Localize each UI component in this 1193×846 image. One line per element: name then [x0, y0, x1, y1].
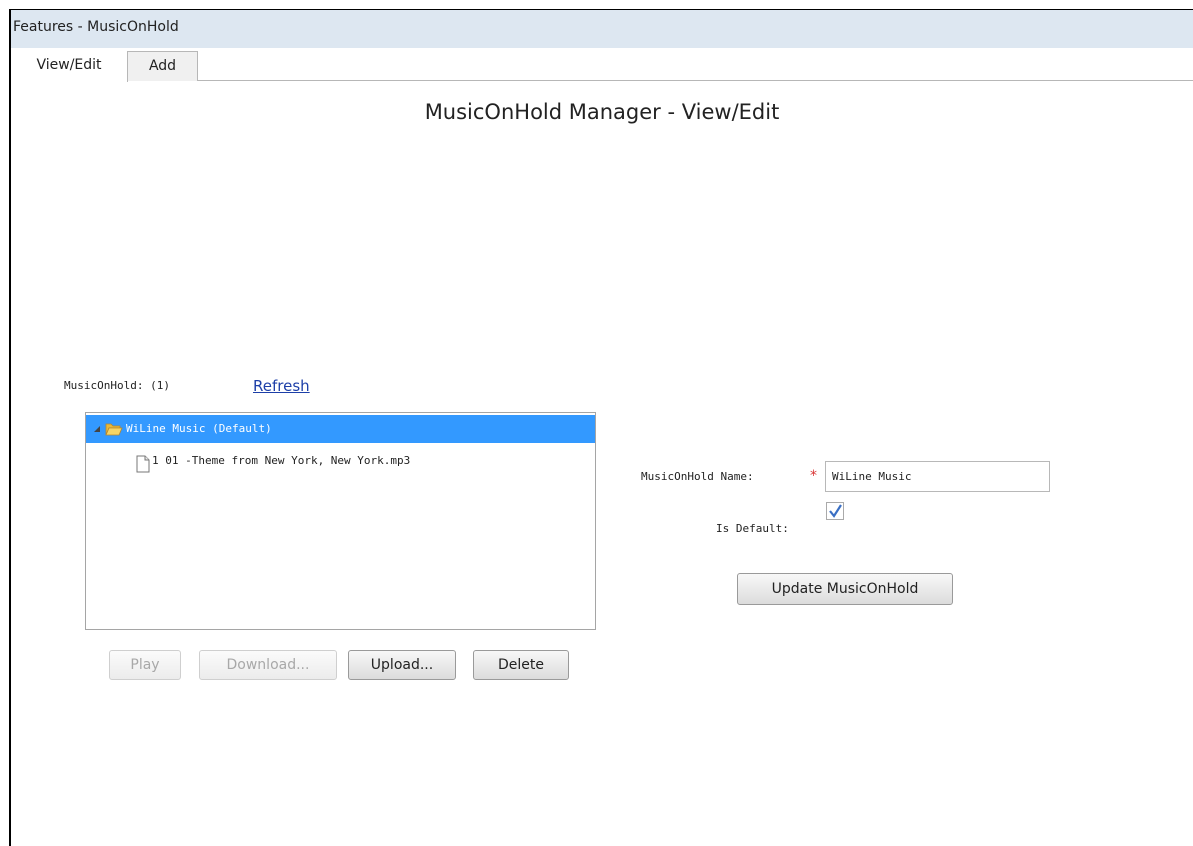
delete-button[interactable]: Delete	[473, 650, 569, 680]
tree-leaf-track[interactable]: 1 01 -Theme from New York, New York.mp3	[86, 451, 595, 479]
musiconhold-tree[interactable]: WiLine Music (Default) 1 01 -Theme from …	[85, 412, 596, 630]
musiconhold-count-label: MusicOnHold: (1)	[64, 379, 170, 392]
title-bar: Features - MusicOnHold	[11, 10, 1193, 48]
update-musiconhold-button[interactable]: Update MusicOnHold	[737, 573, 953, 605]
tab-bar: View/Edit Add	[11, 48, 1193, 82]
tree-leaf-label: 1 01 -Theme from New York, New York.mp3	[152, 454, 411, 467]
checkmark-icon	[829, 504, 842, 518]
play-button[interactable]: Play	[109, 650, 181, 680]
musiconhold-name-input[interactable]	[825, 461, 1050, 492]
tab-add[interactable]: Add	[128, 51, 198, 81]
refresh-link[interactable]: Refresh	[253, 377, 310, 395]
main-window: Features - MusicOnHold View/Edit Add Mus…	[9, 9, 1193, 846]
required-marker: *	[810, 468, 817, 484]
tree-node-label: WiLine Music (Default)	[126, 422, 272, 435]
window-title: Features - MusicOnHold	[13, 19, 179, 35]
is-default-label: Is Default:	[716, 522, 789, 535]
musiconhold-name-label: MusicOnHold Name:	[641, 470, 754, 483]
folder-open-icon	[105, 423, 123, 436]
tab-view-edit[interactable]: View/Edit	[11, 51, 128, 82]
download-button[interactable]: Download...	[199, 650, 337, 680]
file-icon	[136, 455, 150, 473]
page-title: MusicOnHold Manager - View/Edit	[424, 100, 780, 124]
upload-button[interactable]: Upload...	[348, 650, 456, 680]
expand-arrow-icon[interactable]	[94, 426, 100, 432]
is-default-checkbox[interactable]	[826, 502, 844, 520]
tree-node-wiline-music[interactable]: WiLine Music (Default)	[86, 415, 595, 443]
